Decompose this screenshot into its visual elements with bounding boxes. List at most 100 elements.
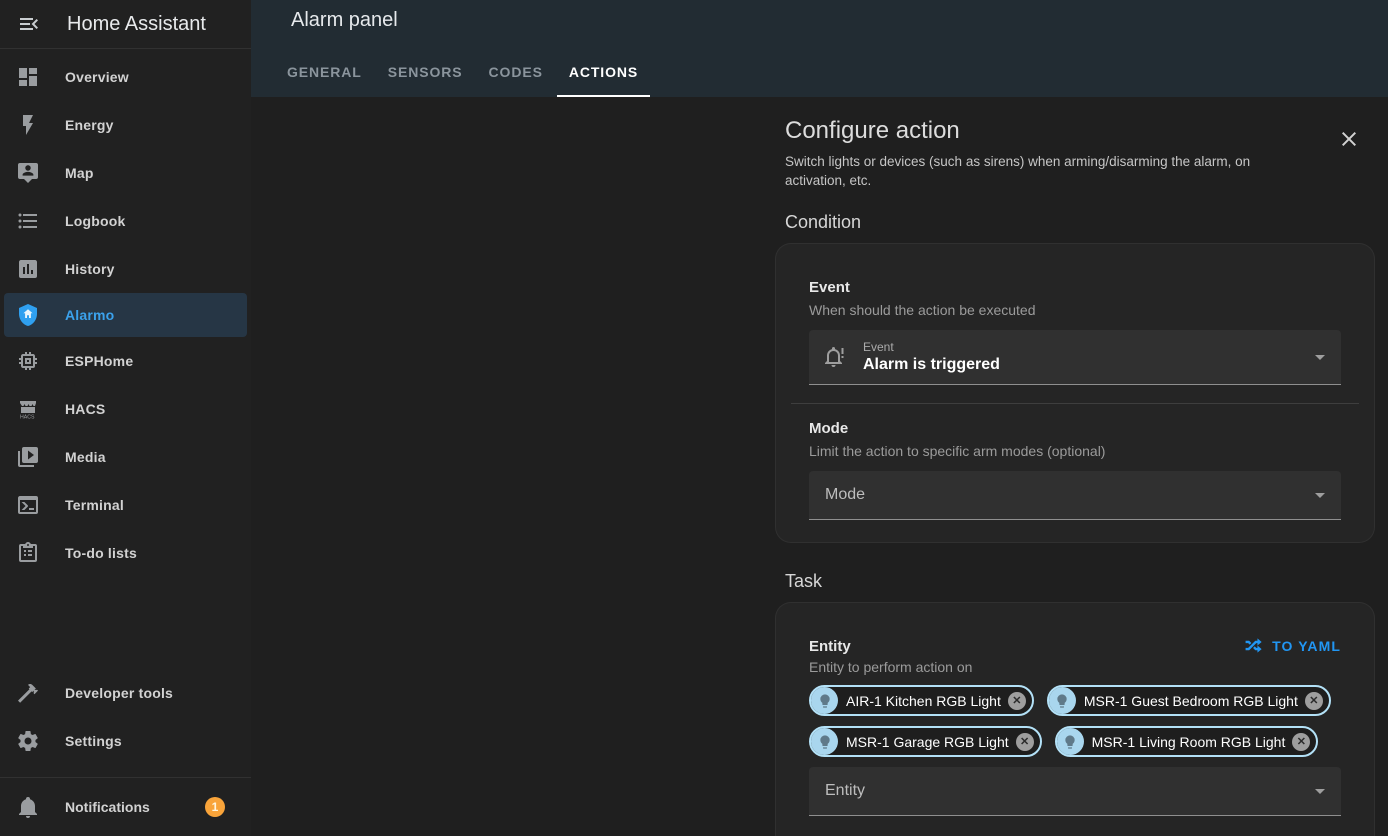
to-yaml-button[interactable]: TO YAML <box>1244 636 1341 655</box>
entity-select[interactable]: Entity <box>809 767 1341 816</box>
entity-chip-label: MSR-1 Living Room RGB Light <box>1092 734 1286 750</box>
sidebar-item-label: ESPHome <box>65 353 133 369</box>
terminal-icon <box>16 493 40 517</box>
entity-chip[interactable]: MSR-1 Guest Bedroom RGB Light ✕ <box>1047 685 1331 716</box>
remove-entity-icon[interactable]: ✕ <box>1292 733 1310 751</box>
mode-select[interactable]: Mode <box>809 471 1341 520</box>
media-play-icon <box>16 445 40 469</box>
event-select-text: Event Alarm is triggered <box>863 340 1000 374</box>
sidebar-item-label: HACS <box>65 401 105 417</box>
sidebar-item-notifications[interactable]: Notifications 1 <box>0 778 251 836</box>
entity-chip-label: MSR-1 Garage RGB Light <box>846 734 1009 750</box>
entity-label: Entity <box>809 638 851 655</box>
to-yaml-label: TO YAML <box>1272 638 1341 654</box>
dialog-title: Configure action <box>785 117 1375 145</box>
event-label: Event <box>809 279 1341 296</box>
chevron-down-icon <box>1315 789 1325 794</box>
dialog-subtitle: Switch lights or devices (such as sirens… <box>785 152 1285 190</box>
sidebar-item-hacs[interactable]: HACS HACS <box>0 385 251 433</box>
sidebar-item-label: Energy <box>65 117 114 133</box>
sidebar-item-alarmo[interactable]: Alarmo <box>4 293 247 337</box>
list-icon <box>16 209 40 233</box>
task-section-title: Task <box>785 571 1375 592</box>
lightbulb-icon <box>811 687 838 714</box>
entity-chip[interactable]: MSR-1 Garage RGB Light ✕ <box>809 726 1042 757</box>
sidebar-item-label: Logbook <box>65 213 126 229</box>
gear-icon <box>16 729 40 753</box>
sidebar-item-label: Developer tools <box>65 685 173 701</box>
remove-entity-icon[interactable]: ✕ <box>1016 733 1034 751</box>
mode-placeholder: Mode <box>825 486 865 504</box>
sidebar-item-logbook[interactable]: Logbook <box>0 197 251 245</box>
close-icon[interactable] <box>1337 127 1361 151</box>
event-select[interactable]: Event Alarm is triggered <box>809 330 1341 385</box>
tab-actions[interactable]: ACTIONS <box>557 48 650 97</box>
sidebar-item-label: Settings <box>65 733 122 749</box>
configure-action-dialog: Configure action Switch lights or device… <box>775 97 1375 836</box>
svg-text:HACS: HACS <box>20 415 35 421</box>
sidebar-item-media[interactable]: Media <box>0 433 251 481</box>
entity-chip[interactable]: AIR-1 Kitchen RGB Light ✕ <box>809 685 1034 716</box>
sidebar-item-label: Map <box>65 165 94 181</box>
entity-placeholder: Entity <box>825 782 865 800</box>
sidebar-item-history[interactable]: History <box>0 245 251 293</box>
tab-bar: GENERAL SENSORS CODES ACTIONS <box>275 48 652 97</box>
entity-chip[interactable]: MSR-1 Living Room RGB Light ✕ <box>1055 726 1319 757</box>
sidebar-item-label: Terminal <box>65 497 124 513</box>
bell-icon <box>16 795 40 819</box>
sidebar-item-energy[interactable]: Energy <box>0 101 251 149</box>
sidebar-item-esphome[interactable]: ESPHome <box>0 337 251 385</box>
lightbulb-icon <box>1049 687 1076 714</box>
notification-count-badge: 1 <box>205 797 225 817</box>
sidebar-item-label: To-do lists <box>65 545 137 561</box>
tab-general[interactable]: GENERAL <box>275 48 374 97</box>
entity-description: Entity to perform action on <box>809 659 1341 675</box>
todo-clipboard-icon <box>16 541 40 565</box>
sidebar-item-label: Notifications <box>65 799 150 815</box>
sidebar-item-todo-lists[interactable]: To-do lists <box>0 529 251 577</box>
sidebar: Home Assistant Overview Energy Map Logbo… <box>0 0 251 836</box>
hammer-icon <box>16 681 40 705</box>
sidebar-item-label: Overview <box>65 69 129 85</box>
condition-card: Event When should the action be executed… <box>775 243 1375 543</box>
remove-entity-icon[interactable]: ✕ <box>1008 692 1026 710</box>
sidebar-item-label: Alarmo <box>65 307 114 323</box>
condition-section-title: Condition <box>785 212 1375 233</box>
app-name: Home Assistant <box>67 13 206 36</box>
view-dashboard-icon <box>16 65 40 89</box>
chevron-down-icon <box>1315 493 1325 498</box>
sidebar-bottom: Developer tools Settings Notifications 1 <box>0 669 251 836</box>
sidebar-item-overview[interactable]: Overview <box>0 53 251 101</box>
card-divider <box>791 403 1359 404</box>
map-person-icon <box>16 161 40 185</box>
lightbulb-icon <box>811 728 838 755</box>
sidebar-list: Overview Energy Map Logbook History <box>0 49 251 577</box>
tab-codes[interactable]: CODES <box>477 48 555 97</box>
page-title: Alarm panel <box>291 9 398 32</box>
shuffle-icon <box>1244 636 1263 655</box>
lightning-bolt-icon <box>16 113 40 137</box>
remove-entity-icon[interactable]: ✕ <box>1305 692 1323 710</box>
content-area: Configure action Switch lights or device… <box>251 97 1388 836</box>
mode-description: Limit the action to specific arm modes (… <box>809 443 1341 459</box>
entity-chip-list: AIR-1 Kitchen RGB Light ✕ MSR-1 Guest Be… <box>809 685 1341 757</box>
event-field-label: Event <box>863 340 1000 354</box>
tab-sensors[interactable]: SENSORS <box>376 48 475 97</box>
mode-label: Mode <box>809 420 1341 437</box>
task-card: Entity TO YAML Entity to perform action … <box>775 602 1375 836</box>
sidebar-item-settings[interactable]: Settings <box>0 717 251 765</box>
event-description: When should the action be executed <box>809 302 1341 318</box>
chip-icon <box>16 349 40 373</box>
entity-label-row: Entity TO YAML <box>809 638 1341 655</box>
entity-chip-label: MSR-1 Guest Bedroom RGB Light <box>1084 693 1298 709</box>
chevron-down-icon <box>1315 355 1325 360</box>
sidebar-item-developer-tools[interactable]: Developer tools <box>0 669 251 717</box>
storefront-icon: HACS <box>16 397 40 421</box>
sidebar-item-terminal[interactable]: Terminal <box>0 481 251 529</box>
bell-alert-icon <box>823 345 847 369</box>
entity-chip-label: AIR-1 Kitchen RGB Light <box>846 693 1001 709</box>
menu-open-icon[interactable] <box>17 12 41 36</box>
sidebar-item-map[interactable]: Map <box>0 149 251 197</box>
app-header: Alarm panel GENERAL SENSORS CODES ACTION… <box>251 0 1388 97</box>
bar-chart-icon <box>16 257 40 281</box>
